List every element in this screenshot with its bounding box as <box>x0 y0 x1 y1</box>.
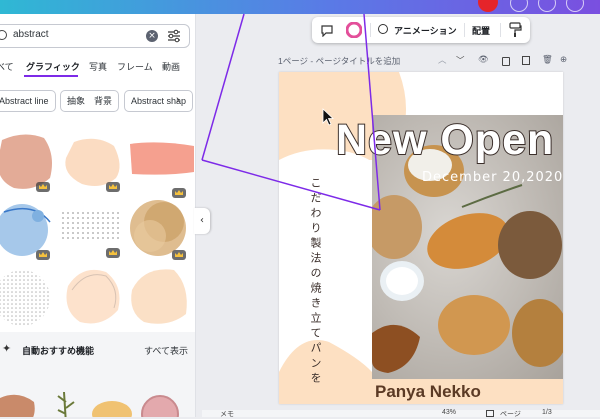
search-icon <box>0 30 7 40</box>
divider <box>464 23 465 37</box>
recommended-title: 自動おすすめ機能 <box>22 346 95 356</box>
chevron-up-icon[interactable]: ︿ <box>438 54 447 66</box>
graphic-item[interactable] <box>62 266 124 328</box>
graphic-item[interactable] <box>128 198 190 260</box>
search-input[interactable]: abstract × <box>0 24 190 48</box>
record-icon[interactable] <box>478 0 498 12</box>
premium-crown-icon <box>106 182 120 192</box>
context-toolbar: アニメーション 配置 <box>312 17 530 43</box>
chip-abstract-shape[interactable]: Abstract shap <box>124 90 194 112</box>
graphic-item[interactable] <box>0 130 56 192</box>
tab-frames[interactable]: フレーム <box>117 60 153 73</box>
pages-label[interactable]: ページ <box>500 409 521 419</box>
chip-abstract-line[interactable]: Abstract line <box>0 90 56 112</box>
sparkle-icon: ✦ <box>2 343 12 355</box>
bottom-status-bar: メモ 43% ページ 1/3 <box>202 409 600 419</box>
collapse-panel-button[interactable]: ‹ <box>194 208 210 234</box>
premium-crown-icon <box>36 250 50 260</box>
chevron-down-icon[interactable]: ﹀ <box>456 54 465 66</box>
lock-icon[interactable] <box>502 57 510 66</box>
duplicate-icon[interactable] <box>522 56 530 65</box>
tab-graphics[interactable]: グラフィック <box>26 60 80 73</box>
brand-name[interactable]: Panya Nekko <box>375 382 481 402</box>
top-menu-bar <box>0 0 600 14</box>
user-icon[interactable] <box>538 0 556 12</box>
tab-all[interactable]: べて <box>0 60 14 73</box>
tab-photos[interactable]: 写真 <box>89 60 107 73</box>
eye-icon[interactable]: 👁 <box>478 54 489 65</box>
trash-icon[interactable]: 🗑 <box>542 54 553 65</box>
divider <box>500 23 501 37</box>
premium-crown-icon <box>36 182 50 192</box>
chevron-right-icon[interactable]: › <box>176 94 180 106</box>
page-title[interactable]: 1ページ - ページタイトルを追加 <box>278 55 400 67</box>
category-tabs: べて グラフィック 写真 フレーム 動画 <box>0 58 195 78</box>
recommended-items[interactable] <box>0 362 196 417</box>
animation-icon <box>378 24 388 34</box>
graphic-item[interactable] <box>62 134 124 196</box>
share-icon[interactable] <box>510 0 528 12</box>
paint-roller-icon[interactable] <box>508 22 522 38</box>
clear-icon[interactable]: × <box>146 30 158 42</box>
add-page-icon[interactable]: ⊕ <box>560 54 567 65</box>
headline-text[interactable]: New Open <box>335 115 554 165</box>
recommended-header: ✦ 自動おすすめ機能 すべて表示 <box>0 342 195 358</box>
divider <box>370 23 371 37</box>
mouse-cursor-icon <box>322 108 334 126</box>
premium-crown-icon <box>106 248 120 258</box>
graphic-item[interactable] <box>128 266 190 328</box>
more-icon[interactable] <box>566 0 584 12</box>
page-grid-icon[interactable] <box>486 410 494 417</box>
graphic-item[interactable] <box>0 266 56 328</box>
page-count: 1/3 <box>542 409 552 416</box>
recommended-section: ✦ 自動おすすめ機能 すべて表示 <box>0 332 196 417</box>
suggestion-chips: Abstract line 抽象 背景 Abstract shap › <box>0 90 195 112</box>
chip-abstract-bg[interactable]: 抽象 背景 <box>60 90 120 112</box>
tab-videos[interactable]: 動画 <box>162 60 180 73</box>
side-panel: abstract × べて グラフィック 写真 フレーム 動画 Abstract… <box>0 14 196 417</box>
premium-crown-icon <box>172 188 186 198</box>
see-all-link[interactable]: すべて表示 <box>144 344 188 357</box>
graphic-item[interactable] <box>0 198 56 260</box>
graphic-item[interactable] <box>62 202 124 264</box>
position-button[interactable]: 配置 <box>472 24 490 37</box>
notes-button[interactable]: メモ <box>220 409 234 419</box>
date-text[interactable]: December 20,2020 <box>422 170 563 185</box>
search-query[interactable]: abstract <box>13 29 49 40</box>
active-tab-indicator <box>24 75 78 77</box>
premium-crown-icon <box>172 250 186 260</box>
filter-icon[interactable] <box>167 29 181 43</box>
page-header: 1ページ - ページタイトルを追加 ︿ ﹀ 👁 🗑 ⊕ <box>278 54 568 70</box>
zoom-level[interactable]: 43% <box>442 409 456 416</box>
graphic-item[interactable] <box>128 140 195 202</box>
graphics-grid <box>0 120 195 332</box>
animation-button[interactable]: アニメーション <box>394 24 457 37</box>
comment-icon[interactable] <box>320 23 334 37</box>
color-wheel-icon[interactable] <box>346 22 362 38</box>
vertical-tagline[interactable]: こだわり製法の焼き立てパンを <box>307 177 323 387</box>
